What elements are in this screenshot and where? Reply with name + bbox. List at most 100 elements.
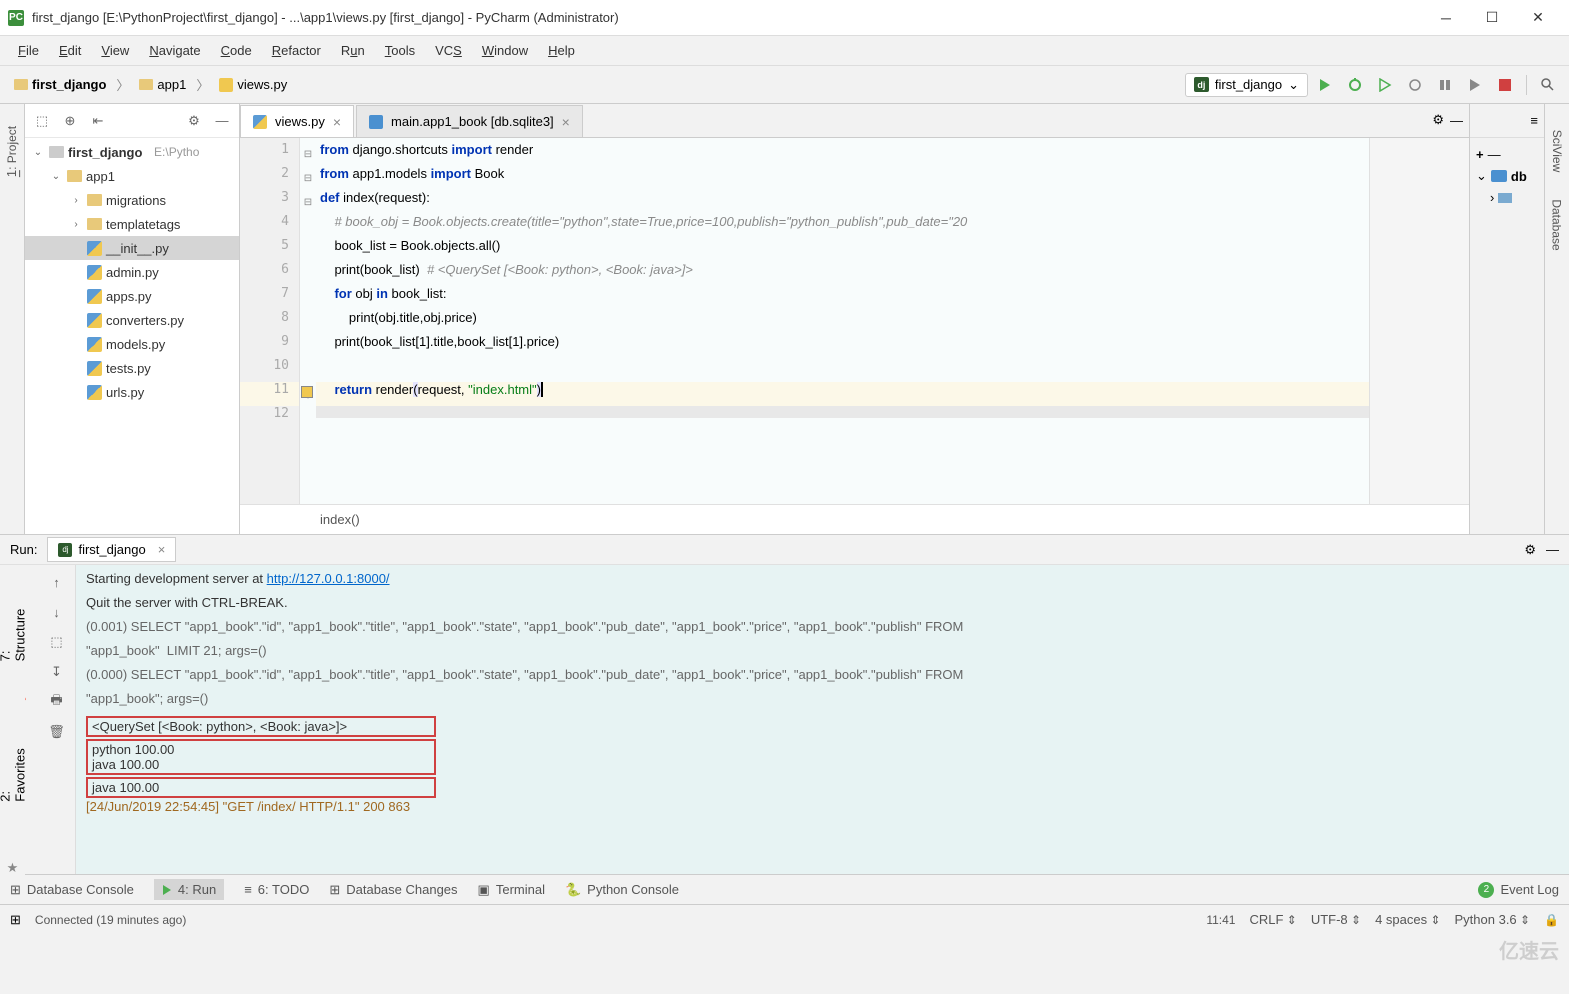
event-log[interactable]: 2Event Log [1478, 882, 1559, 898]
gear-icon[interactable]: ⚙ [1524, 542, 1536, 558]
status-cursor-pos[interactable]: 11:41 [1206, 913, 1235, 927]
tab-run[interactable]: 4: Run [154, 879, 224, 900]
menu-code[interactable]: Code [213, 41, 260, 60]
code-content[interactable]: from django.shortcuts import render from… [316, 138, 1369, 504]
up-button[interactable]: ↑ [46, 571, 68, 593]
tab-python-console[interactable]: 🐍Python Console [565, 882, 679, 898]
debug-button[interactable] [1342, 72, 1368, 98]
favorites-tab[interactable]: 2: Favorites [0, 748, 28, 801]
hide-icon[interactable]: — [1546, 542, 1559, 557]
print-button[interactable]: 🖶 [46, 691, 68, 713]
tab-db[interactable]: main.app1_book [db.sqlite3]× [356, 105, 583, 137]
expand-icon[interactable]: › [69, 195, 83, 206]
menu-vcs[interactable]: VCS [427, 41, 470, 60]
menu-edit[interactable]: Edit [51, 41, 89, 60]
menu-window[interactable]: Window [474, 41, 536, 60]
tab-views[interactable]: views.py × [240, 105, 354, 137]
console-highlight: java 100.00 [92, 757, 159, 772]
fold-icon[interactable]: ⊟ [300, 190, 316, 214]
fold-icon[interactable]: ⊟ [300, 166, 316, 190]
expand-icon[interactable]: › [69, 219, 83, 230]
tree-file-converters[interactable]: converters.py [25, 308, 239, 332]
db-add[interactable]: + — [1476, 144, 1538, 165]
clear-button[interactable]: 🗑 [46, 721, 68, 743]
concurrency-button[interactable] [1432, 72, 1458, 98]
scroll-from-source-icon[interactable]: ⬚ [31, 110, 53, 132]
minimize-button[interactable]: ─ [1423, 3, 1469, 33]
status-python[interactable]: Python 3.6 ⇕ [1455, 912, 1531, 927]
run-config-selector[interactable]: dj first_django ⌄ [1185, 73, 1308, 97]
tree-label: tests.py [106, 361, 151, 376]
close-icon[interactable]: × [562, 114, 570, 130]
collapse-icon[interactable]: ⇤ [87, 110, 109, 132]
stop-button[interactable] [1492, 72, 1518, 98]
menu-refactor[interactable]: Refactor [264, 41, 329, 60]
structure-tab[interactable]: 7: Structure [0, 609, 28, 662]
tree-file-admin[interactable]: admin.py [25, 260, 239, 284]
hide-icon[interactable]: — [211, 110, 233, 132]
tab-todo[interactable]: ≡6: TODO [244, 882, 309, 897]
tree-root[interactable]: ⌄first_django E:\Pytho [25, 140, 239, 164]
tree-file-models[interactable]: models.py [25, 332, 239, 356]
tab-terminal[interactable]: ▣Terminal [478, 882, 545, 898]
close-icon[interactable]: × [158, 542, 166, 557]
tree-file-init[interactable]: __init__.py [25, 236, 239, 260]
status-encoding[interactable]: UTF-8 ⇕ [1311, 912, 1361, 927]
fold-icon[interactable]: ⊟ [300, 142, 316, 166]
tree-file-urls[interactable]: urls.py [25, 380, 239, 404]
breadcrumb-app1[interactable]: app1 [133, 75, 192, 94]
gear-icon[interactable]: ⚙ [1432, 112, 1444, 128]
windows-icon[interactable]: ⊞ [10, 912, 21, 928]
tree-file-tests[interactable]: tests.py [25, 356, 239, 380]
hide-icon[interactable]: — [1450, 113, 1463, 128]
console-link[interactable]: http://127.0.0.1:8000/ [267, 571, 390, 586]
tree-file-apps[interactable]: apps.py [25, 284, 239, 308]
maximize-button[interactable]: ☐ [1469, 3, 1515, 33]
code-breadcrumb[interactable]: index() [240, 504, 1469, 534]
tab-db-changes[interactable]: ⊞Database Changes [329, 882, 457, 898]
tree-templatetags[interactable]: ›templatetags [25, 212, 239, 236]
db-icon: ⊞ [10, 882, 21, 898]
menu-tools[interactable]: Tools [377, 41, 423, 60]
editor-body[interactable]: 1 2 3 4 5 6 7 8 9 10 11 12 ⊟ ⊟ ⊟ ◡ from … [240, 138, 1469, 504]
close-button[interactable]: ✕ [1515, 3, 1561, 33]
breadcrumb-project[interactable]: first_django [8, 75, 112, 94]
close-icon[interactable]: × [333, 114, 341, 130]
status-line-sep[interactable]: CRLF ⇕ [1249, 912, 1296, 927]
run-tab[interactable]: djfirst_django× [47, 537, 176, 562]
coverage-button[interactable] [1372, 72, 1398, 98]
database-tab[interactable]: Database [1550, 199, 1564, 250]
status-lock-icon[interactable]: 🔒 [1544, 913, 1559, 927]
expand-icon[interactable]: ⌄ [49, 171, 63, 182]
menu-file[interactable]: File [10, 41, 47, 60]
list-icon[interactable]: ≡ [1530, 113, 1538, 128]
minimap[interactable] [1369, 138, 1469, 504]
tab-db-console[interactable]: ⊞Database Console [10, 882, 134, 898]
project-tool-tab[interactable]: 1: Project [5, 126, 20, 177]
fold-column: ⊟ ⊟ ⊟ ◡ [300, 138, 316, 504]
sciview-tab[interactable]: SciView [1550, 130, 1564, 172]
expand-icon[interactable]: ⌄ [31, 147, 45, 158]
gear-icon[interactable]: ⚙ [183, 110, 205, 132]
line-number: 2 [240, 166, 299, 190]
console-output[interactable]: Starting development server at http://12… [76, 565, 1569, 874]
attach-button[interactable] [1462, 72, 1488, 98]
tree-app1[interactable]: ⌄app1 [25, 164, 239, 188]
db-schema[interactable]: › [1476, 187, 1538, 208]
menu-view[interactable]: View [93, 41, 137, 60]
menu-help[interactable]: Help [540, 41, 583, 60]
status-indent[interactable]: 4 spaces ⇕ [1375, 912, 1440, 927]
search-button[interactable] [1535, 72, 1561, 98]
breadcrumb-file[interactable]: views.py [213, 75, 293, 94]
scroll-button[interactable]: ↧ [46, 661, 68, 683]
profile-button[interactable] [1402, 72, 1428, 98]
db-item[interactable]: ⌄db [1476, 165, 1538, 187]
tab-label: views.py [275, 114, 325, 129]
down-button[interactable]: ↓ [46, 601, 68, 623]
locate-icon[interactable]: ⊕ [59, 110, 81, 132]
run-button[interactable] [1312, 72, 1338, 98]
menu-navigate[interactable]: Navigate [141, 41, 208, 60]
tree-migrations[interactable]: ›migrations [25, 188, 239, 212]
menu-run[interactable]: Run [333, 41, 373, 60]
wrap-button[interactable]: ⬚ [46, 631, 68, 653]
